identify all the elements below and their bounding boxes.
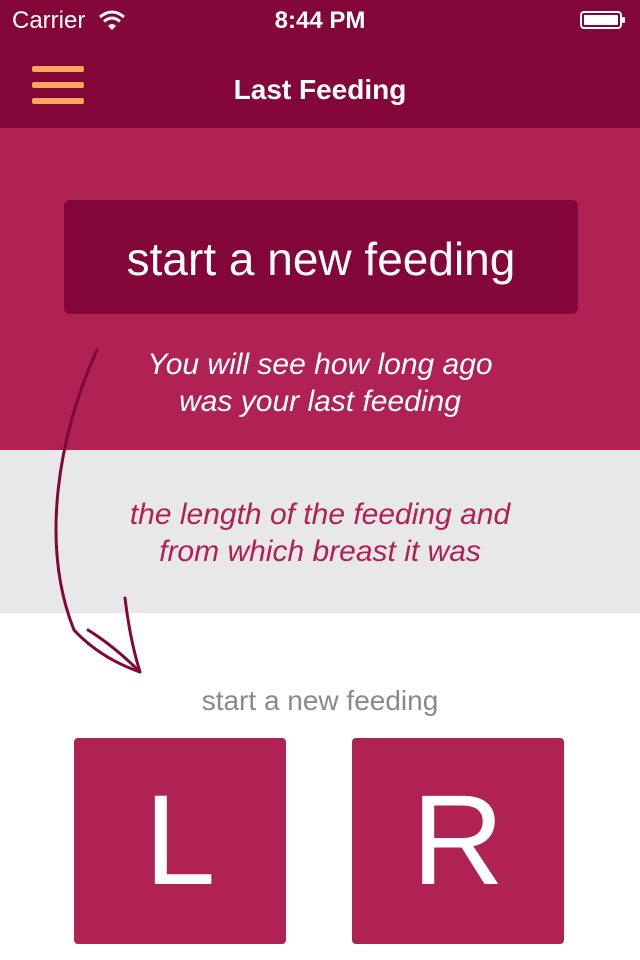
- right-breast-button[interactable]: R: [352, 738, 564, 944]
- nav-bar: Last Feeding: [0, 40, 640, 128]
- start-feeding-button[interactable]: start a new feeding: [64, 200, 578, 314]
- start-feeding-subtitle: start a new feeding: [201, 685, 439, 716]
- page-title: Last Feeding: [233, 74, 407, 105]
- clock: 8:44 PM: [274, 7, 366, 34]
- status-bar: Carrier 8:44 PM: [0, 0, 640, 40]
- left-breast-button[interactable]: L: [74, 738, 286, 944]
- battery-icon: [580, 11, 625, 29]
- curved-arrow-icon: [54, 348, 142, 674]
